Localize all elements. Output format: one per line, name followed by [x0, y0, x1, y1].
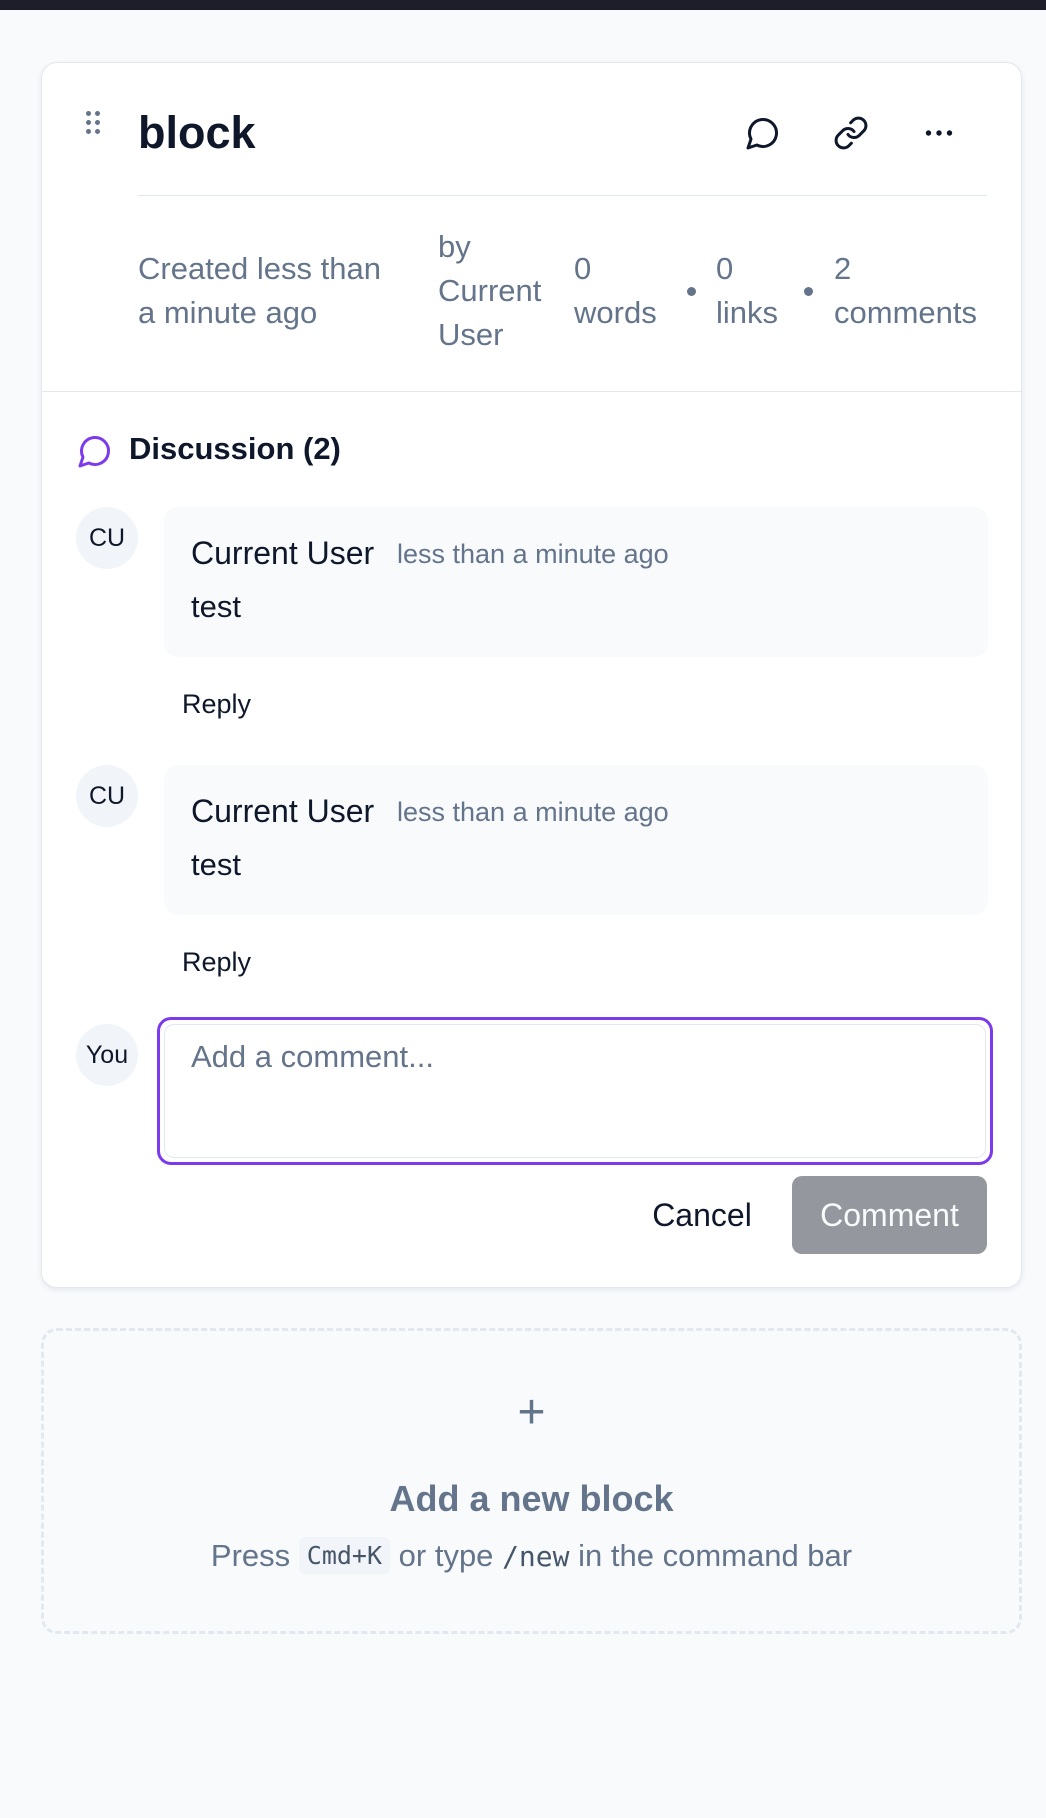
cancel-button[interactable]: Cancel	[632, 1176, 772, 1254]
created-line-1: Created less than	[138, 251, 381, 286]
submit-comment-button[interactable]: Comment	[792, 1176, 987, 1254]
drag-handle-icon[interactable]	[86, 111, 102, 137]
meta-separator	[687, 287, 696, 296]
hint-tail: in the command bar	[578, 1538, 853, 1573]
reply-button[interactable]: Reply	[182, 689, 251, 720]
comment-count-label: comments	[834, 295, 977, 330]
link-count-value: 0	[716, 251, 734, 286]
discussion-icon	[78, 435, 111, 468]
word-count: 0 words	[574, 247, 657, 335]
author-line-1: by	[438, 229, 471, 264]
comment-icon	[746, 117, 779, 150]
shortcut-kbd: Cmd+K	[298, 1537, 391, 1574]
add-block-hint: Press Cmd+K or type /new in the command …	[44, 1537, 1019, 1574]
comment-body: test	[191, 847, 241, 882]
plus-icon: +	[517, 1386, 546, 1439]
comment-input-focus-ring	[157, 1017, 993, 1165]
block-title[interactable]: block	[138, 107, 256, 159]
comment-timestamp: less than a minute ago	[397, 539, 669, 569]
comment-bubble: Current User less than a minute ago test	[164, 765, 988, 915]
comment-input[interactable]	[164, 1024, 986, 1158]
top-bar	[0, 0, 1046, 10]
more-icon	[925, 130, 953, 136]
author-line-3: User	[438, 317, 504, 352]
copy-link-button[interactable]	[825, 107, 877, 159]
add-block-dropzone[interactable]: + Add a new block Press Cmd+K or type /n…	[41, 1328, 1022, 1634]
created-line-2: a minute ago	[138, 295, 318, 330]
link-count: 0 links	[716, 247, 778, 335]
add-block-title: Add a new block	[389, 1478, 674, 1519]
command-code: /new	[502, 1540, 570, 1573]
title-divider	[138, 195, 987, 196]
more-options-button[interactable]	[913, 107, 965, 159]
comment-body: test	[191, 589, 241, 624]
hint-press: Press	[210, 1538, 291, 1573]
avatar: CU	[76, 507, 138, 569]
hint-or-type: or type	[398, 1538, 494, 1573]
comment-bubble: Current User less than a minute ago test	[164, 507, 988, 657]
created-meta: Created less than a minute ago	[138, 247, 381, 335]
meta-separator	[804, 287, 813, 296]
word-count-label: words	[574, 295, 657, 330]
avatar: CU	[76, 765, 138, 827]
comment-author: Current User	[191, 535, 375, 571]
comment-button[interactable]	[737, 107, 789, 159]
comment-count: 2 comments	[834, 247, 977, 335]
comment-timestamp: less than a minute ago	[397, 797, 669, 827]
current-user-avatar: You	[76, 1024, 138, 1086]
link-count-label: links	[716, 295, 779, 330]
discussion-title: Discussion (2)	[129, 431, 341, 466]
link-icon	[834, 116, 868, 150]
author-meta: by Current User	[438, 225, 541, 357]
block-card: block Created less than a minute ago by …	[41, 62, 1022, 1288]
word-count-value: 0	[574, 251, 592, 286]
author-line-2: Current	[438, 273, 542, 308]
section-divider	[42, 391, 1021, 392]
comment-author: Current User	[191, 793, 375, 829]
reply-button[interactable]: Reply	[182, 947, 251, 978]
comment-count-value: 2	[834, 251, 852, 286]
